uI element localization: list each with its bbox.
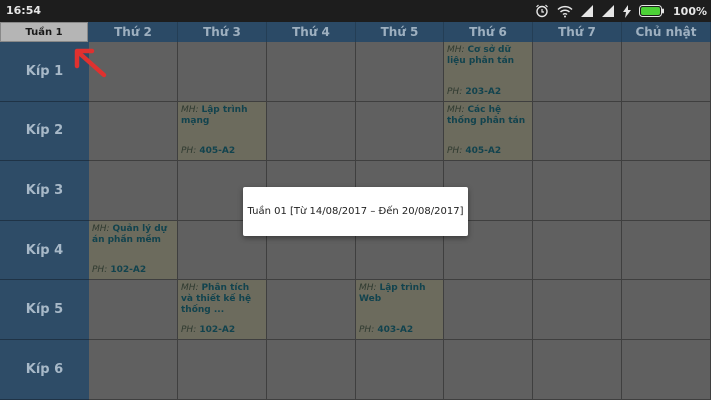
timetable-cell[interactable] (622, 42, 711, 102)
day-header-row: Tuần 1 Thứ 2 Thứ 3 Thứ 4 Thứ 5 Thứ 6 Thứ 7 Chủ… (0, 22, 711, 42)
course-cell[interactable]: MH: Các hệ thống phân tán PH: 405-A2 (444, 101, 533, 162)
room-label: PH: (447, 146, 463, 157)
course-subject: MH: Lập trình mạng (181, 105, 263, 127)
wifi-icon (557, 5, 573, 18)
room-name: 203-A2 (465, 86, 502, 97)
course-subject: MH: Phân tích và thiết kế hệ thống ... (181, 283, 263, 316)
subject-label: MH: (447, 45, 465, 55)
course-cell[interactable]: MH: Lập trình mạng PH: 405-A2 (178, 101, 267, 162)
room-label: PH: (92, 265, 108, 276)
day-header: Thứ 7 (533, 22, 622, 42)
day-header: Thứ 2 (89, 22, 178, 42)
period-label: Kíp 6 (0, 340, 89, 400)
timetable-cell[interactable] (533, 161, 622, 221)
timetable-cell[interactable] (622, 161, 711, 221)
timetable-cell[interactable] (533, 42, 622, 102)
timetable-cell[interactable] (622, 220, 711, 281)
week-info-dialog[interactable]: Tuần 01 [Từ 14/08/2017 – Đến 20/08/2017] (243, 187, 468, 236)
course-cell[interactable]: MH: Phân tích và thiết kế hệ thống ... PH… (178, 280, 267, 340)
week-selector-button[interactable]: Tuần 1 (0, 22, 88, 42)
battery-icon (639, 5, 665, 17)
clock: 16:54 (6, 4, 42, 17)
status-bar: 16:54 100% (0, 0, 711, 22)
battery-percent: 100% (673, 4, 707, 18)
period-label: Kíp 3 (0, 161, 89, 221)
course-room: PH: 203-A2 (447, 87, 501, 97)
timetable-cell[interactable] (533, 101, 622, 162)
timetable-cell[interactable] (533, 280, 622, 340)
subject-label: MH: (181, 283, 199, 294)
room-name: 102-A2 (110, 265, 147, 276)
timetable-cell[interactable] (444, 340, 533, 400)
course-subject: MH: Cơ sở dữ liệu phân tán (447, 45, 529, 67)
room-label: PH: (181, 324, 197, 335)
day-header: Chủ nhật (622, 22, 711, 42)
course-room: PH: 405-A2 (447, 146, 501, 156)
day-header: Thứ 6 (444, 22, 533, 42)
course-room: PH: 405-A2 (181, 146, 235, 156)
subject-label: MH: (447, 104, 465, 115)
timetable-cell[interactable] (444, 280, 533, 340)
course-cell[interactable]: MH: Lập trình Web PH: 403-A2 (356, 280, 444, 340)
room-name: 405-A2 (465, 146, 502, 157)
timetable-cell[interactable] (356, 101, 444, 162)
room-label: PH: (447, 86, 463, 97)
course-subject: MH: Các hệ thống phân tán (447, 105, 529, 127)
timetable-screen: 16:54 100% Tuần 1 Thứ 2Thứ 3 Thứ 4 Thứ 5… (0, 0, 711, 400)
room-label: PH: (359, 324, 375, 335)
course-cell[interactable]: MH: Cơ sở dữ liệu phân tán PH: 203-A2 (444, 42, 533, 102)
course-subject: MH: Lập trình Web (359, 283, 440, 305)
period-label: Kíp 5 (0, 280, 89, 340)
timetable-cell[interactable] (89, 161, 178, 221)
period-label: Kíp 2 (0, 101, 89, 162)
timetable-cell[interactable] (267, 101, 356, 162)
timetable-cell[interactable] (267, 340, 356, 400)
course-cell[interactable]: MH: Quản lý dự án phần mềm PH: 102-A2 (89, 220, 178, 281)
timetable-cell[interactable] (89, 340, 178, 400)
period-label: Kíp 4 (0, 220, 89, 281)
day-header: Thứ 4 (267, 22, 356, 42)
signal-icon (581, 5, 594, 17)
timetable-cell[interactable] (356, 340, 444, 400)
timetable-cell[interactable] (178, 42, 267, 102)
course-subject: MH: Quản lý dự án phần mềm (92, 224, 174, 246)
timetable-cell[interactable] (533, 340, 622, 400)
charging-icon (623, 4, 632, 18)
timetable-cell[interactable] (622, 101, 711, 162)
timetable-cell[interactable] (178, 340, 267, 400)
timetable-cell[interactable] (533, 220, 622, 281)
timetable-cell[interactable] (622, 280, 711, 340)
course-room: PH: 403-A2 (359, 325, 413, 335)
room-name: 405-A2 (199, 146, 236, 157)
room-label: PH: (181, 146, 197, 157)
timetable-cell[interactable] (89, 101, 178, 162)
timetable-cell[interactable] (89, 280, 178, 340)
signal-2-icon (602, 5, 615, 17)
room-name: 403-A2 (377, 324, 414, 335)
room-name: 102-A2 (199, 324, 236, 335)
timetable-cell[interactable] (356, 42, 444, 102)
alarm-icon (535, 4, 549, 18)
status-icons: 100% (535, 3, 707, 19)
course-room: PH: 102-A2 (92, 265, 146, 275)
week-info-text: Tuần 01 [Từ 14/08/2017 – Đến 20/08/2017] (247, 206, 464, 217)
timetable-cell[interactable] (267, 280, 356, 340)
timetable-cell[interactable] (622, 340, 711, 400)
pointer-arrow-icon (74, 48, 107, 78)
timetable-cell[interactable] (267, 42, 356, 102)
subject-label: MH: (359, 283, 377, 294)
subject-label: MH: (92, 223, 110, 234)
day-header: Thứ 3 (178, 22, 267, 42)
day-header: Thứ 5 (356, 22, 444, 42)
subject-label: MH: (181, 104, 199, 115)
course-room: PH: 102-A2 (181, 325, 235, 335)
